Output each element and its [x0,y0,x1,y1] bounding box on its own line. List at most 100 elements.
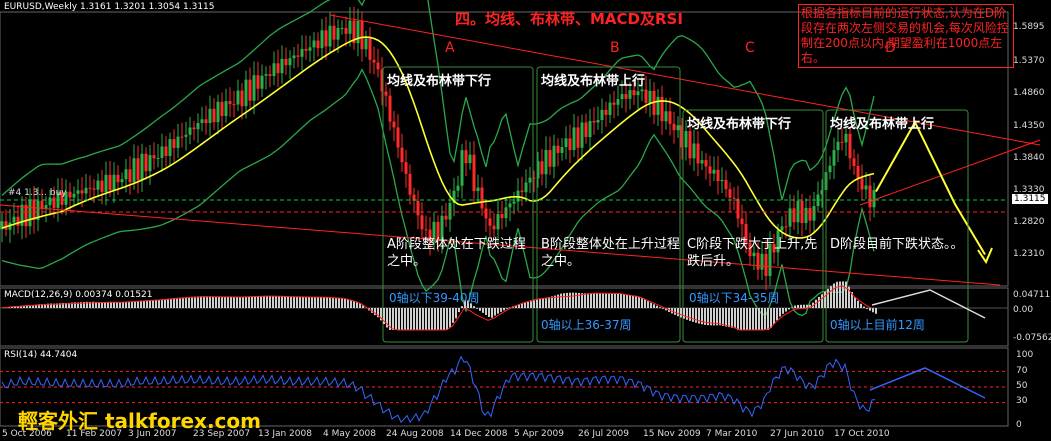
candle-body [308,47,312,51]
macd-bar [404,308,406,330]
macd-bar [587,293,589,308]
candle-body [676,125,680,131]
macd-bar [842,281,844,308]
macd-bar [875,308,877,314]
macd-bar [749,308,751,330]
candle-body [864,185,868,190]
macd-bar [689,308,691,321]
chart-header: EURUSD,Weekly 1.3161 1.3201 1.3054 1.311… [4,2,215,12]
candle-body [808,207,812,221]
macd-bar [659,307,661,308]
candle-body [840,141,844,143]
macd-bar [224,296,226,308]
macd-bar [839,281,841,308]
candle-body [720,179,724,182]
macd-bar [344,298,346,308]
macd-bar [296,296,298,308]
macd-bar [857,300,859,308]
macd-bar [194,296,196,308]
macd-bar [830,286,832,308]
macd-bar [779,308,781,317]
candle-body [116,174,120,183]
candle-body [600,109,604,121]
macd-bar [569,292,571,308]
candle-body [444,215,448,220]
candle-body [204,119,208,124]
macd-tick: 0.00 [1013,305,1034,315]
macd-bar [206,296,208,308]
macd-bar [836,281,838,308]
macd-bar [617,293,619,308]
time-tick: 26 Jul 2009 [578,429,629,439]
candle-body [96,180,100,190]
macd-bar [149,300,151,308]
candle-body [392,121,396,128]
candle-body [252,75,256,101]
macd-bar [632,296,634,308]
macd-bar [719,308,721,326]
macd-bar [623,294,625,308]
candle-body [180,136,184,138]
phase-macd-label: 0轴以上目前12周 [830,318,925,332]
macd-bar [305,296,307,308]
candle-body [716,169,720,182]
candle-body [100,180,104,193]
candle-body [16,216,20,226]
macd-bar [176,297,178,308]
candle-body [220,101,224,117]
candle-body [420,215,424,230]
candle-body [316,40,320,49]
time-tick: 17 Oct 2010 [834,429,890,439]
macd-bar [473,306,475,308]
candle-body [408,173,412,195]
macd-header: MACD(12,26,9) 0.00374 0.01521 [4,290,153,300]
macd-bar [221,296,223,308]
time-tick: 13 Jan 2008 [258,429,312,439]
candle-body [576,127,580,148]
macd-bar [620,293,622,308]
macd-bar [674,308,676,315]
macd-bar [398,308,400,330]
candle-body [76,190,80,194]
candle-body [336,27,340,40]
candle-body [684,131,688,148]
candle-body [508,203,512,208]
macd-bar [593,293,595,308]
macd-bar [461,306,463,308]
candle-body [512,201,516,204]
candle-body [424,229,428,231]
macd-bar [800,304,802,308]
candle-body [492,225,496,230]
macd-bar [104,302,106,308]
macd-bar [260,296,262,308]
candle-body [92,188,96,190]
candle-body [644,89,648,103]
macd-bar [248,296,250,308]
macd-bar [209,296,211,308]
macd-bar [329,297,331,308]
candle-body [616,99,620,105]
candle-body [552,145,556,167]
macd-bar [101,302,103,308]
macd-bar [191,296,193,308]
macd-bar [431,308,433,330]
buy-label: #4 1.3... buy [8,188,67,198]
macd-bar [308,296,310,308]
macd-bar [536,299,538,308]
candle-body [160,146,164,158]
macd-bar [773,308,775,325]
macd-bar [827,288,829,308]
projection-arrow [977,247,993,265]
candle-body [328,25,332,47]
macd-bar [662,308,664,309]
macd-bar [638,296,640,308]
projection-line [875,120,986,256]
macd-bar [257,296,259,308]
candle-body [264,74,268,76]
macd-bar [794,305,796,308]
candle-body [480,187,484,209]
rsi-tick: 100 [1016,350,1034,360]
macd-bar [590,293,592,308]
macd-bar [173,298,175,308]
macd-bar [731,308,733,328]
